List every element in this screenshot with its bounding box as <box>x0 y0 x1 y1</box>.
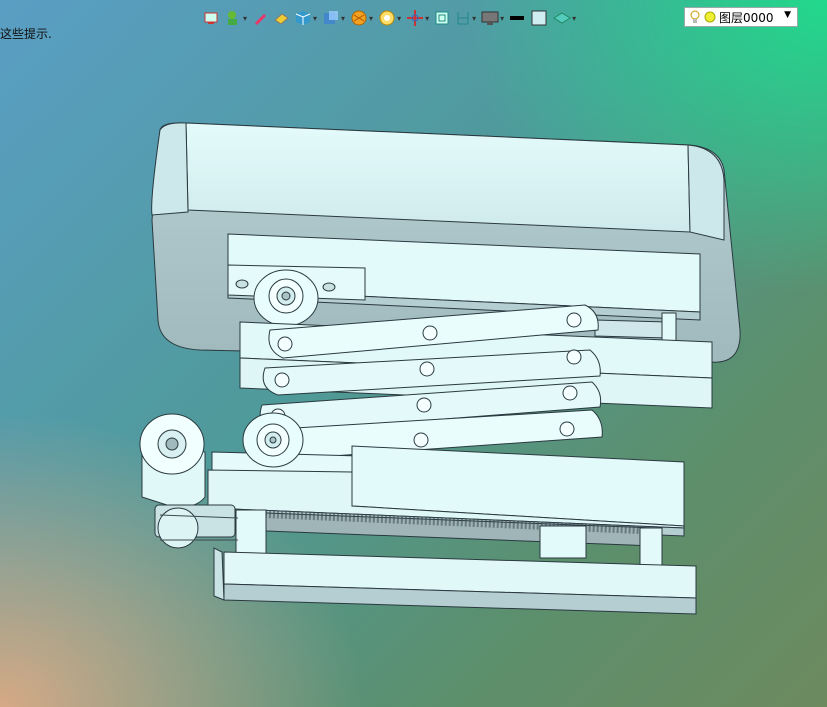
bottom-base <box>213 547 697 615</box>
cad-model-viewport[interactable] <box>0 0 827 707</box>
